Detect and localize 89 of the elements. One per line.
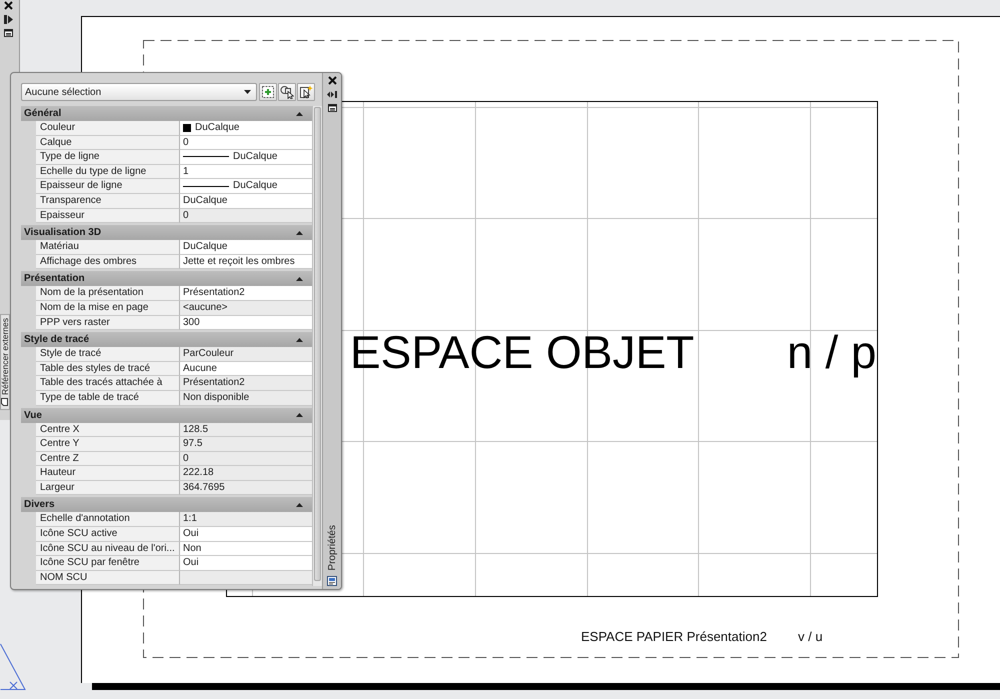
property-label: Icône SCU par fenêtre (36, 556, 180, 571)
property-label: Style de tracé (36, 347, 180, 362)
property-value[interactable]: <aucune> (180, 300, 312, 316)
line-sample-icon (183, 155, 229, 158)
scrollbar-track[interactable] (312, 106, 322, 586)
section-header[interactable]: Présentation (21, 271, 312, 286)
collapse-arrow-icon[interactable] (296, 112, 303, 116)
collapse-arrow-icon[interactable] (296, 338, 303, 342)
property-value[interactable]: DuCalque (180, 121, 312, 136)
property-value[interactable]: 128.5 (180, 422, 312, 438)
property-label: Affichage des ombres (36, 254, 180, 270)
property-value[interactable]: Jette et reçoit les ombres (180, 254, 312, 270)
ucs-triangle-icon (0, 643, 26, 691)
property-label: Couleur (36, 121, 180, 136)
paper-space-label: ESPACE PAPIER Présentation2 (581, 630, 767, 643)
property-label: Epaisseur de ligne (36, 179, 180, 194)
palette-tab[interactable]: Référencer externes (0, 314, 10, 410)
scrollbar-thumb[interactable] (314, 107, 321, 581)
cursor-star-icon (299, 85, 313, 99)
property-value[interactable]: 0 (180, 136, 312, 150)
property-value[interactable]: 0 (180, 452, 312, 466)
property-value[interactable]: Présentation2 (180, 286, 312, 301)
property-label: Centre X (36, 422, 180, 438)
property-label: Echelle du type de ligne (36, 164, 180, 180)
property-label: Centre Z (36, 452, 180, 466)
property-label: Table des tracés attachée à (36, 376, 180, 391)
paper-space-tag: v / u (798, 630, 823, 643)
property-label: Type de ligne (36, 150, 180, 165)
caret-icon[interactable] (244, 90, 251, 94)
property-label: Nom de la présentation (36, 286, 180, 301)
selection-dropdown[interactable]: Aucune sélection (21, 83, 257, 101)
toolbar-button[interactable] (297, 83, 315, 101)
collapse-arrow-icon[interactable] (296, 230, 303, 235)
property-value[interactable]: Aucune (180, 362, 312, 376)
property-value[interactable]: 0 (180, 208, 312, 224)
property-value[interactable]: 222.18 (180, 466, 312, 481)
property-value[interactable]: Oui (180, 556, 312, 571)
property-label: PPP vers raster (36, 316, 180, 330)
property-value[interactable]: 1:1 (180, 512, 312, 528)
auto-hide-icon[interactable] (327, 91, 337, 98)
toolbar-button[interactable] (278, 83, 296, 101)
property-label: Type de table de tracé (36, 390, 180, 406)
property-label: Calque (36, 136, 180, 150)
property-value[interactable]: Oui (180, 527, 312, 542)
property-value[interactable]: Non disponible (180, 390, 312, 406)
section-header[interactable]: Divers (21, 497, 312, 512)
close-icon[interactable] (328, 76, 336, 85)
property-label: NOM SCU (36, 570, 180, 586)
property-label: Centre Y (36, 437, 180, 452)
panel-arrow-icon[interactable] (4, 15, 13, 24)
close-icon[interactable] (4, 1, 13, 10)
property-label: Hauteur (36, 466, 180, 481)
collapse-arrow-icon[interactable] (296, 276, 303, 281)
property-label: Echelle d'annotation (36, 512, 180, 528)
panel-menu-icon[interactable] (4, 29, 13, 37)
collapse-arrow-icon[interactable] (296, 502, 303, 507)
property-label: Matériau (36, 240, 180, 255)
model-space-label: ESPACE OBJET (350, 329, 694, 375)
property-label: Transparence (36, 194, 180, 209)
property-value[interactable]: 97.5 (180, 437, 312, 452)
property-label: Nom de la mise en page (36, 300, 180, 316)
section-header[interactable]: Général (21, 106, 312, 121)
plus-box-icon (261, 85, 275, 99)
palette-title: Propriétés (326, 525, 338, 571)
property-value[interactable]: Non (180, 542, 312, 556)
property-label: Icône SCU active (36, 527, 180, 542)
section-header[interactable]: Vue (21, 408, 312, 422)
model-space-tag: n / p (787, 329, 877, 375)
panel-icon[interactable] (327, 576, 337, 586)
section-header[interactable]: Visualisation 3D (21, 225, 312, 240)
property-value[interactable]: 1 (180, 164, 312, 180)
line-sample-icon (183, 184, 229, 188)
property-value[interactable]: 300 (180, 316, 312, 330)
property-value[interactable]: DuCalque (180, 194, 312, 209)
property-value[interactable]: DuCalque (180, 150, 312, 165)
panel-menu-icon[interactable] (328, 104, 336, 112)
shapes-cursor-icon (280, 85, 294, 99)
collapse-arrow-icon[interactable] (296, 413, 303, 417)
section-header[interactable]: Style de tracé (21, 332, 312, 348)
property-value[interactable]: DuCalque (180, 240, 312, 255)
property-label: Icône SCU au niveau de l'ori... (36, 542, 180, 556)
property-label: Largeur (36, 480, 180, 496)
property-label: Epaisseur (36, 208, 180, 224)
property-value[interactable]: 364.7695 (180, 480, 312, 496)
property-value[interactable]: DuCalque (180, 179, 312, 194)
property-value[interactable]: ParCouleur (180, 347, 312, 362)
property-value[interactable]: Présentation2 (180, 376, 312, 391)
property-label: Table des styles de tracé (36, 362, 180, 376)
color-swatch-icon (183, 124, 191, 132)
